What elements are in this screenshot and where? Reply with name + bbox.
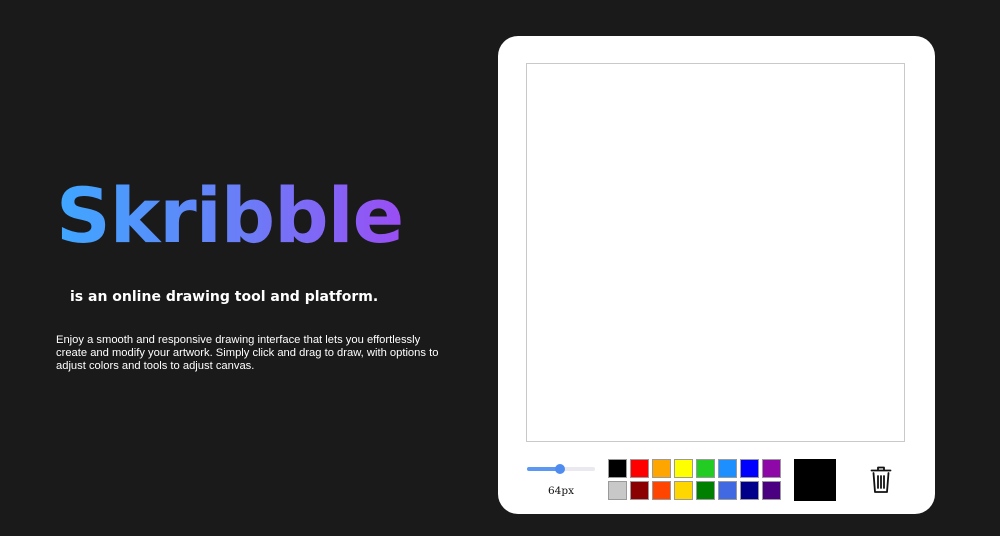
color-swatch[interactable] xyxy=(740,459,759,478)
color-swatch[interactable] xyxy=(696,481,715,500)
color-swatch[interactable] xyxy=(674,481,693,500)
color-swatch[interactable] xyxy=(674,459,693,478)
app-title: Skribble xyxy=(56,168,404,264)
color-swatch[interactable] xyxy=(630,459,649,478)
color-swatch[interactable] xyxy=(608,459,627,478)
color-swatch[interactable] xyxy=(718,481,737,500)
trash-icon xyxy=(870,466,892,494)
color-swatch[interactable] xyxy=(762,459,781,478)
color-swatch[interactable] xyxy=(740,481,759,500)
brush-size-slider-thumb[interactable] xyxy=(554,464,565,474)
color-palette xyxy=(608,459,782,502)
current-color-preview xyxy=(794,459,836,501)
color-swatch[interactable] xyxy=(608,481,627,500)
brush-size-label: 64px xyxy=(547,485,574,497)
clear-canvas-button[interactable] xyxy=(870,466,892,494)
drawing-canvas[interactable] xyxy=(526,63,905,442)
color-swatch[interactable] xyxy=(630,481,649,500)
brush-size-control: 64px xyxy=(527,461,595,501)
tagline: is an online drawing tool and platform. xyxy=(70,289,379,305)
brush-size-slider[interactable] xyxy=(527,464,595,474)
color-swatch[interactable] xyxy=(762,481,781,500)
color-swatch[interactable] xyxy=(718,459,737,478)
canvas-panel: 64px xyxy=(498,36,935,514)
color-swatch[interactable] xyxy=(652,481,671,500)
description: Enjoy a smooth and responsive drawing in… xyxy=(56,334,439,372)
color-swatch[interactable] xyxy=(696,459,715,478)
color-swatch[interactable] xyxy=(652,459,671,478)
